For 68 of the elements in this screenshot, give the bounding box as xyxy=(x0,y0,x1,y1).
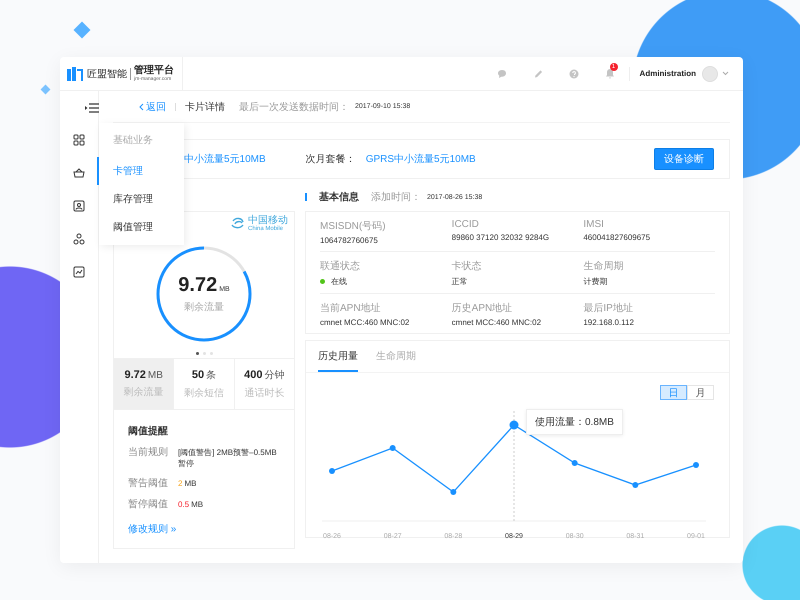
field-label: 当前APN地址 xyxy=(320,302,382,315)
added-label: 添加时间： xyxy=(371,190,421,204)
threshold-label: 警告阈值 xyxy=(128,476,169,490)
bell-icon[interactable] xyxy=(604,68,615,79)
product-name: 管理平台 xyxy=(134,66,174,76)
remaining-caption: 剩余流量 xyxy=(184,300,224,314)
tab[interactable]: 历史用量 xyxy=(318,341,358,372)
stat-tile[interactable]: 50 条 剩余短信 xyxy=(174,359,235,409)
page-title: 卡片详情 xyxy=(185,100,225,114)
threshold-value: 2 xyxy=(178,479,182,488)
threshold-label: 当前规则 xyxy=(128,446,169,459)
basket-icon[interactable] xyxy=(73,167,85,179)
nodes-icon[interactable] xyxy=(73,233,85,245)
stat-unit: MB xyxy=(148,370,163,381)
last-sent-label: 最后一次发送数据时间： xyxy=(239,100,349,114)
chevron-left-icon xyxy=(139,102,144,110)
carrier-name: 中国移动 xyxy=(248,216,288,226)
threshold-unit: MB xyxy=(191,500,204,509)
menu-icon[interactable] xyxy=(85,103,99,113)
next-plan: GPRS中小流量5元10MB xyxy=(366,152,476,166)
pager-dot[interactable] xyxy=(196,352,198,355)
stat-label: 剩余短信 xyxy=(184,387,224,400)
field-value: 192.168.0.112 xyxy=(583,318,634,327)
menu-item[interactable]: 库存管理 xyxy=(97,185,184,213)
stat-value: 50 xyxy=(192,369,204,381)
field-value: cmnet MCC:460 MNC:02 xyxy=(452,318,542,327)
stat-unit: 分钟 xyxy=(264,368,284,382)
current-plan: 中小流量5元10MB xyxy=(184,152,266,166)
chart-icon[interactable] xyxy=(73,266,85,278)
field-label: 联通状态 xyxy=(320,260,361,273)
menu-heading: 基础业务 xyxy=(112,134,154,148)
field-label: 卡状态 xyxy=(452,260,483,273)
stat-unit: 条 xyxy=(206,369,216,382)
grid-icon[interactable] xyxy=(73,134,85,146)
field-value: 89860 37120 32032 9284G xyxy=(452,233,550,242)
field-value: 1064782760675 xyxy=(320,236,378,245)
stat-tile[interactable]: 400 分钟 通话时长 xyxy=(234,359,294,409)
threshold-unit: MB xyxy=(184,479,196,488)
field-label: 历史APN地址 xyxy=(452,302,514,315)
section-title: 基本信息 xyxy=(319,190,359,204)
threshold-value: [阈值警告] 2MB预警–0.5MB暂停 xyxy=(178,447,278,469)
field-value: 在线 xyxy=(331,276,347,287)
threshold-label: 暂停阈值 xyxy=(128,498,169,511)
next-plan-label: 次月套餐： xyxy=(306,152,356,166)
logo-icon xyxy=(66,66,84,82)
contact-card-icon[interactable] xyxy=(73,200,85,212)
stat-label: 通话时长 xyxy=(244,386,284,400)
field-label: 最后IP地址 xyxy=(583,302,634,315)
stat-value: 400 xyxy=(244,369,262,381)
field-label: IMSI xyxy=(583,219,605,230)
field-value: 460041827609675 xyxy=(583,233,650,242)
stat-value: 9.72 xyxy=(124,369,146,381)
field-value: 正常 xyxy=(452,276,468,287)
field-label: ICCID xyxy=(452,219,480,230)
menu-item[interactable]: 阈值管理 xyxy=(97,213,184,241)
field-value: cmnet MCC:460 MNC:02 xyxy=(320,318,410,327)
remaining-value: 9.72 xyxy=(178,274,218,297)
field-value: 计费期 xyxy=(583,276,608,287)
caret-icon[interactable] xyxy=(722,71,729,76)
period-toggle[interactable]: 月 xyxy=(687,385,714,400)
field-label: 生命周期 xyxy=(583,260,624,273)
field-label: MSISDN(号码) xyxy=(320,220,387,233)
section-marker xyxy=(305,193,307,201)
user-name[interactable]: Administration xyxy=(640,69,696,78)
brand-name: 匠盟智能 xyxy=(87,68,127,80)
threshold-value: 0.5 xyxy=(178,500,190,509)
tooltip: 使用流量：0.8MB xyxy=(526,409,623,435)
threshold-title: 阈值提醒 xyxy=(128,424,169,438)
